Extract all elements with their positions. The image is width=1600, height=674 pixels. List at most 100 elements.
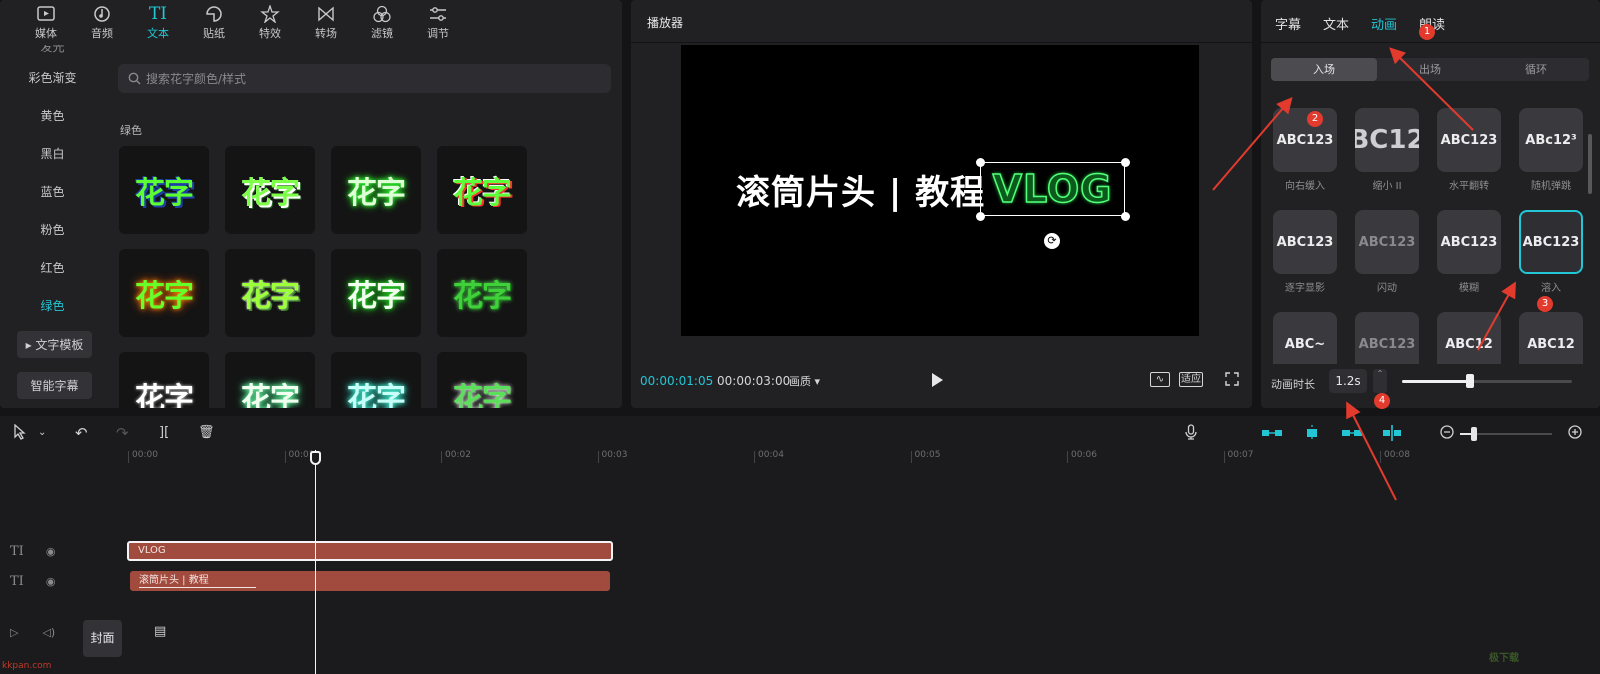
resize-handle[interactable]: [1121, 158, 1130, 167]
category-green[interactable]: 绿色: [0, 287, 105, 325]
canvas-vlog-selection[interactable]: VLOG: [980, 162, 1125, 216]
text-style-tile[interactable]: 花字: [437, 352, 527, 408]
tool-effects[interactable]: 特效: [242, 0, 298, 45]
style-search-input[interactable]: 搜索花字颜色/样式: [118, 64, 611, 93]
linkage-icon[interactable]: [1340, 424, 1364, 442]
text-clip-title[interactable]: 滚筒片头 | 教程: [130, 571, 610, 591]
undo-icon[interactable]: ↶: [75, 425, 88, 441]
preview-canvas[interactable]: 滚筒片头 | 教程 VLOG ⟳: [681, 45, 1199, 336]
text-style-tile[interactable]: 花字: [119, 146, 209, 234]
playhead-handle[interactable]: [310, 451, 321, 465]
text-clip-vlog[interactable]: VLOG: [127, 541, 613, 561]
animation-preset[interactable]: ABC123 溶入: [1519, 210, 1583, 294]
text-style-tile[interactable]: 花字: [331, 146, 421, 234]
animation-thumbnail[interactable]: BC12: [1355, 108, 1419, 172]
resize-handle[interactable]: [976, 212, 985, 221]
category-partial-glow[interactable]: 发光: [0, 45, 105, 59]
category-red[interactable]: 红色: [0, 249, 105, 287]
delete-icon[interactable]: 🗑: [198, 425, 215, 441]
quality-dropdown[interactable]: 画质 ▾: [789, 373, 820, 389]
volume-icon[interactable]: ◁): [42, 626, 55, 639]
scrollbar[interactable]: [1588, 134, 1592, 194]
tab-animation[interactable]: 动画: [1371, 14, 1397, 33]
main-track-magnet-icon[interactable]: [1260, 424, 1284, 442]
split-icon[interactable]: ][: [159, 425, 169, 441]
fullscreen-icon[interactable]: [1225, 372, 1239, 386]
preview-axis-icon[interactable]: [1380, 424, 1404, 442]
category-blue[interactable]: 蓝色: [0, 173, 105, 211]
tool-sticker[interactable]: 贴纸: [186, 0, 242, 45]
text-style-tile[interactable]: 花字: [331, 352, 421, 408]
animation-preset[interactable]: ABC123 水平翻转: [1437, 108, 1501, 192]
text-style-tile[interactable]: 花字: [225, 352, 315, 408]
canvas-vlog-text[interactable]: VLOG: [992, 166, 1113, 212]
resize-handle[interactable]: [1121, 212, 1130, 221]
ruler-tick: [128, 451, 129, 463]
category-pink[interactable]: 粉色: [0, 211, 105, 249]
animation-preset[interactable]: ABc12³ 随机弹跳: [1519, 108, 1583, 192]
animation-preset[interactable]: ABC123 逐字显影: [1273, 210, 1337, 294]
duration-stepper[interactable]: ⌃: [1373, 369, 1387, 393]
animation-thumbnail[interactable]: ABC123: [1355, 210, 1419, 274]
playhead[interactable]: [315, 450, 316, 674]
chevron-down-icon[interactable]: ⌄: [38, 425, 46, 441]
segment-out[interactable]: 出场: [1377, 58, 1483, 81]
text-style-tile[interactable]: 花字: [225, 146, 315, 234]
animation-thumbnail[interactable]: ABC123: [1437, 108, 1501, 172]
text-style-tile[interactable]: 花字: [331, 249, 421, 337]
tool-text[interactable]: TI 文本: [130, 0, 186, 45]
animation-thumbnail[interactable]: ABc12³: [1519, 108, 1583, 172]
text-style-tile[interactable]: 花字: [225, 249, 315, 337]
play-icon[interactable]: [930, 372, 944, 388]
text-style-tile[interactable]: 花字: [119, 352, 209, 408]
animation-preset[interactable]: ABC123 闪动: [1355, 210, 1419, 294]
text-style-tile[interactable]: 花字: [437, 146, 527, 234]
redo-icon[interactable]: ↷: [116, 425, 129, 441]
watermark-logo: 极下载: [1489, 653, 1519, 664]
microphone-icon[interactable]: [1183, 424, 1199, 443]
smart-subtitle-button[interactable]: 智能字幕: [17, 372, 92, 399]
auto-snap-icon[interactable]: [1300, 424, 1324, 442]
animation-thumbnail[interactable]: ABC123: [1519, 210, 1583, 274]
duration-slider[interactable]: [1402, 374, 1572, 388]
cover-button[interactable]: 封面: [83, 620, 122, 657]
zoom-slider-knob[interactable]: [1470, 427, 1477, 441]
animation-thumbnail[interactable]: ABC123: [1437, 210, 1501, 274]
select-tool-icon[interactable]: [12, 423, 28, 443]
time-ruler[interactable]: 00:00 00:01 00:02 00:03 00:04 00:05 00:06 00:07…: [128, 450, 1600, 466]
animation-preset[interactable]: BC12 缩小 II: [1355, 108, 1419, 192]
animation-thumbnail[interactable]: ABC123: [1273, 210, 1337, 274]
tool-adjust[interactable]: 调节: [410, 0, 466, 45]
category-yellow[interactable]: 黄色: [0, 97, 105, 135]
tool-transition[interactable]: 转场: [298, 0, 354, 45]
eye-icon[interactable]: ◉: [46, 575, 56, 588]
duration-input[interactable]: 1.2s: [1329, 369, 1367, 393]
rotate-icon[interactable]: ⟳: [1044, 233, 1060, 249]
text-style-tile[interactable]: 花字: [437, 249, 527, 337]
category-gradient[interactable]: 彩色渐变: [0, 59, 105, 97]
fit-button[interactable]: 适应: [1179, 372, 1203, 387]
duration-slider-knob[interactable]: [1466, 374, 1474, 388]
zoom-in-icon[interactable]: [1567, 424, 1583, 443]
waveform-icon[interactable]: ∿: [1150, 372, 1170, 387]
tool-filter[interactable]: 滤镜: [354, 0, 410, 45]
animation-preset[interactable]: ABC123 向右缓入: [1273, 108, 1337, 192]
animation-label: 闪动: [1377, 283, 1397, 294]
tab-subtitle[interactable]: 字幕: [1275, 14, 1301, 33]
tab-text[interactable]: 文本: [1323, 14, 1349, 33]
animation-preset[interactable]: ABC123 模糊: [1437, 210, 1501, 294]
tool-audio[interactable]: 音频: [74, 0, 130, 45]
animation-thumbnail[interactable]: ABC123: [1273, 108, 1337, 172]
segment-in[interactable]: 入场: [1271, 58, 1377, 81]
text-style-tile[interactable]: 花字: [119, 249, 209, 337]
text-template-button[interactable]: ▸ 文字模板: [17, 331, 92, 358]
duration-bar: 动画时长 1.2s ⌃: [1261, 364, 1600, 408]
segment-loop[interactable]: 循环: [1483, 58, 1589, 81]
eye-icon[interactable]: ◉: [46, 545, 56, 558]
resize-handle[interactable]: [976, 158, 985, 167]
category-black-white[interactable]: 黑白: [0, 135, 105, 173]
tool-media[interactable]: 媒体: [18, 0, 74, 45]
zoom-slider[interactable]: [1460, 427, 1552, 441]
zoom-out-icon[interactable]: [1439, 424, 1455, 443]
canvas-title-text[interactable]: 滚筒片头 | 教程: [736, 165, 985, 214]
